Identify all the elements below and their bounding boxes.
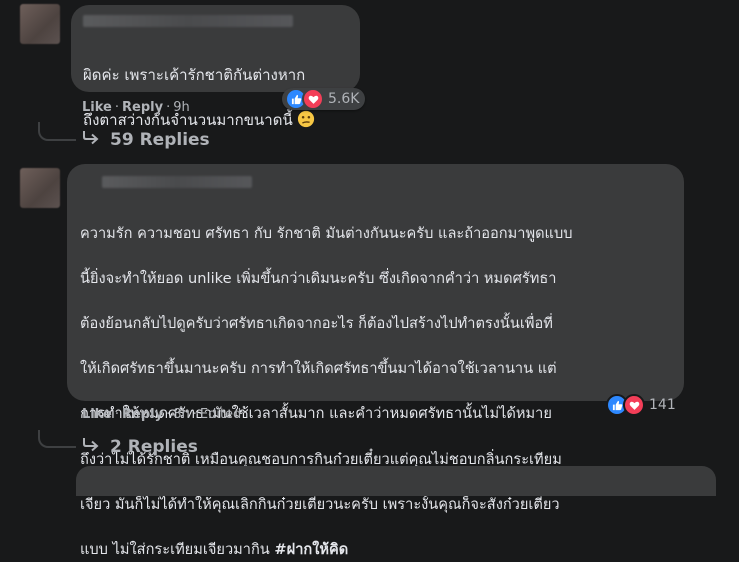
separator-dot: · [166, 407, 171, 422]
reaction-count: 141 [649, 397, 676, 413]
separator-dot: · [166, 100, 171, 115]
comment-actions: Like · Reply · 8h · Edited [82, 407, 241, 422]
reaction-count: 5.6K [328, 91, 360, 107]
avatar[interactable] [20, 168, 60, 208]
avatar[interactable] [20, 4, 60, 44]
separator-dot: · [192, 407, 197, 422]
author-name-redacted[interactable] [83, 15, 293, 27]
timestamp[interactable]: 8h [173, 407, 190, 422]
like-link[interactable]: Like [82, 407, 112, 422]
heart-icon [623, 394, 645, 416]
comment-line: ต้องย้อนกลับไปดูครับว่าศรัทธาเกิดจากอะไร… [80, 314, 553, 332]
author-name-redacted[interactable] [102, 176, 252, 188]
view-replies-button[interactable]: 2 Replies [82, 436, 198, 457]
comment-line: เจียว มันก็ไม่ได้ทำให้คุณเลิกกินก๋วยเตี๋… [80, 495, 560, 513]
hashtag-link[interactable]: #ฝากให้คิด [274, 541, 348, 558]
comment-bubble: ผิดค่ะ เพราะเค้ารักชาติกันต่างหาก ถึงตาส… [71, 5, 360, 129]
reaction-summary[interactable]: 141 [606, 394, 676, 416]
confused-face-emoji [297, 110, 315, 135]
reply-arrow-icon [82, 436, 100, 457]
reply-arrow-icon [82, 129, 100, 150]
view-replies-button[interactable]: 59 Replies [82, 129, 210, 150]
heart-icon [302, 88, 324, 110]
comment-line: ผิดค่ะ เพราะเค้ารักชาติกันต่างหาก [83, 65, 306, 84]
comment-bubble: ความรัก ความชอบ ศรัทธา กับ รักชาติ มันต่… [67, 164, 684, 558]
comment-text: ความรัก ความชอบ ศรัทธา กับ รักชาติ มันต่… [80, 200, 680, 562]
separator-dot: · [114, 100, 119, 115]
replies-count-label: 59 Replies [110, 129, 210, 150]
thread-connector [38, 122, 76, 141]
comment-actions: Like · Reply · 9h [82, 100, 190, 115]
comment-line: แบบ ไม่ใส่กระเทียมเจียวมากิน [80, 540, 270, 558]
separator-dot: · [114, 407, 119, 422]
timestamp[interactable]: 9h [173, 100, 190, 115]
like-link[interactable]: Like [82, 100, 112, 115]
comment-line: ให้เกิดศรัทธาขึ้นมานะครับ การทำให้เกิดศร… [80, 360, 557, 378]
comment-line: ความรัก ความชอบ ศรัทธา กับ รักชาติ มันต่… [80, 224, 573, 242]
comment-line: นี้ยิ่งจะทำให้ยอด unlike เพิ่มขึ้นกว่าเด… [80, 269, 557, 287]
thread-connector [38, 430, 76, 448]
reply-link[interactable]: Reply [122, 407, 163, 422]
reply-link[interactable]: Reply [122, 100, 163, 115]
edited-label[interactable]: Edited [200, 407, 241, 422]
replies-count-label: 2 Replies [110, 436, 198, 457]
reaction-summary[interactable]: 5.6K [282, 88, 366, 110]
next-comment-bubble-partial [76, 466, 716, 496]
